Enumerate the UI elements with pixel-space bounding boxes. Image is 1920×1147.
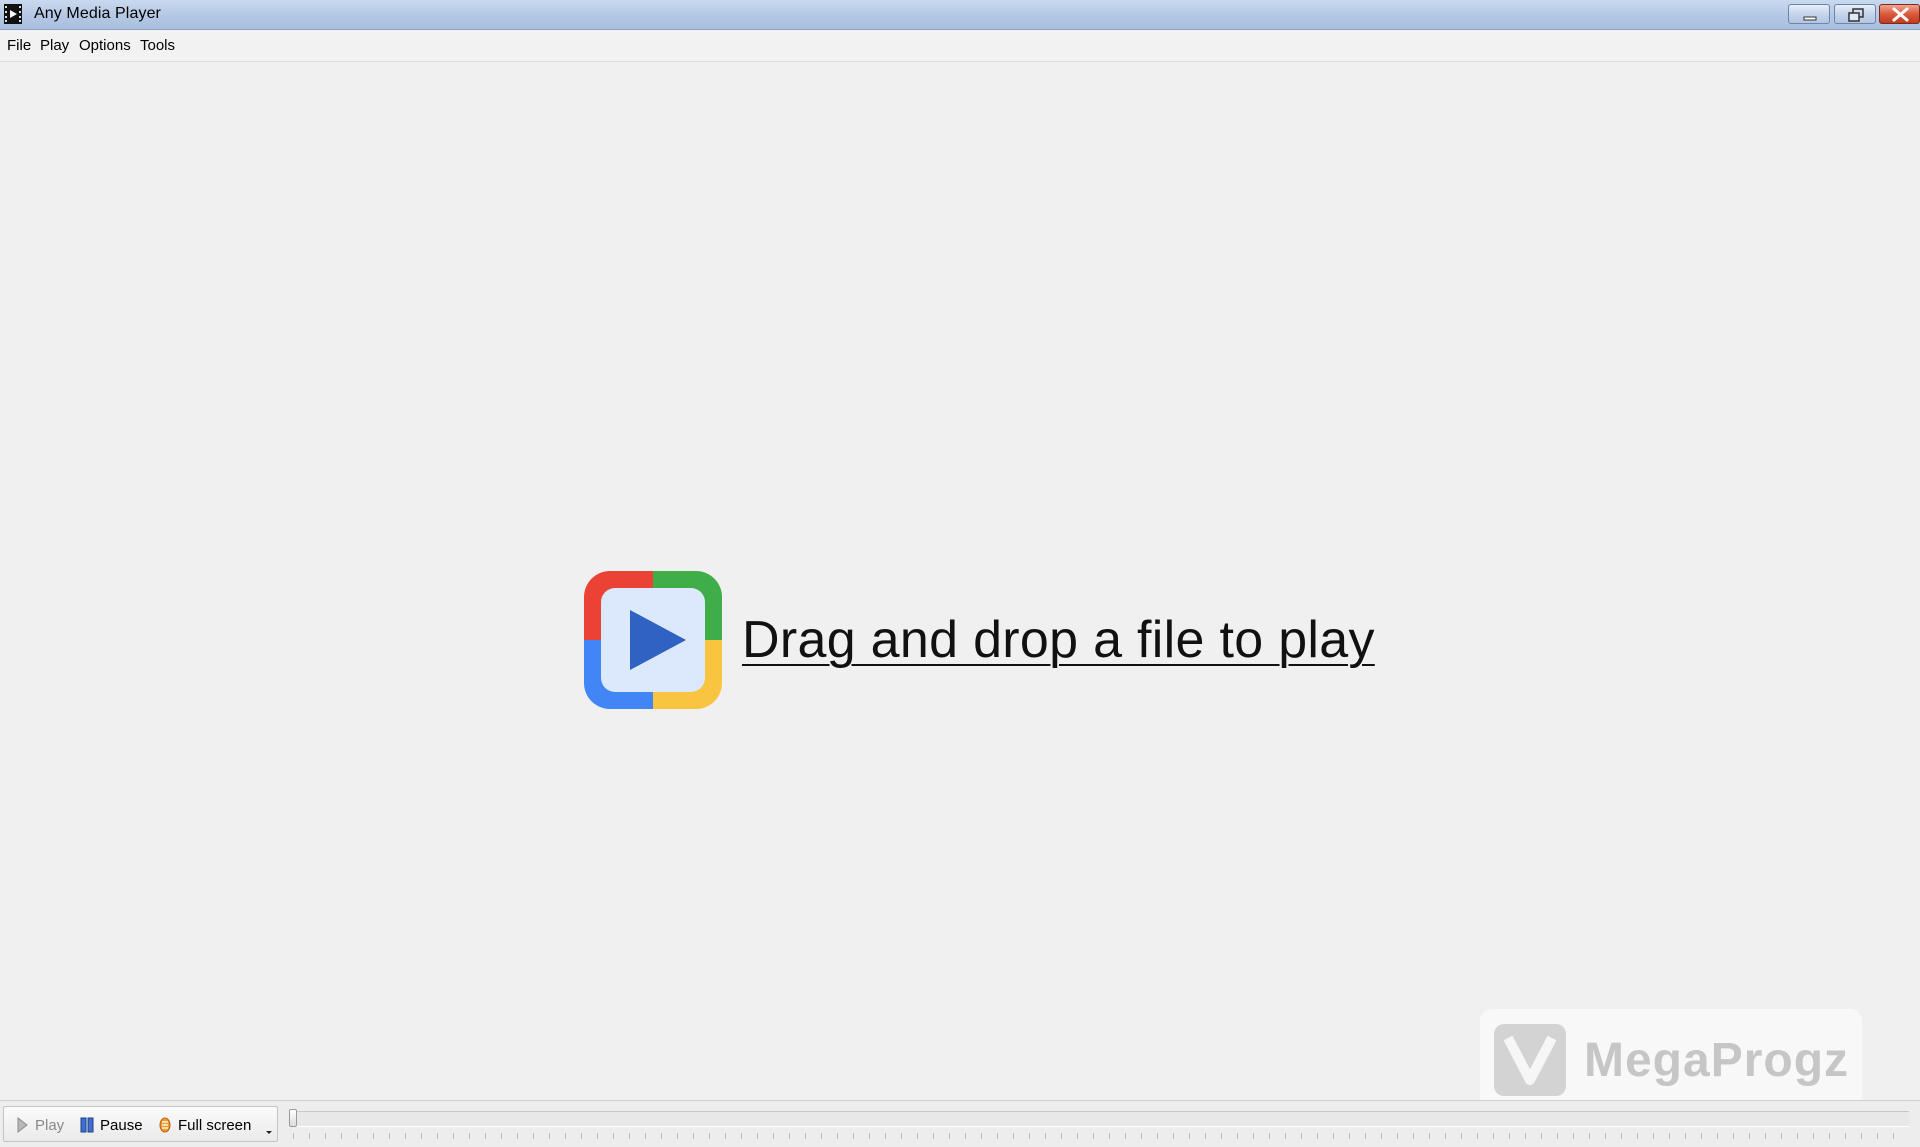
close-button[interactable] xyxy=(1879,4,1920,24)
play-button[interactable]: Play xyxy=(15,1115,64,1135)
pause-label: Pause xyxy=(100,1116,143,1134)
play-icon xyxy=(17,1117,28,1133)
menu-bar: File Play Options Tools xyxy=(0,30,1920,62)
app-film-icon xyxy=(4,4,22,24)
media-player-window: Any Media Player File Play Options Tools xyxy=(0,0,1920,1147)
title-bar[interactable]: Any Media Player xyxy=(0,0,1920,30)
seek-ticks xyxy=(293,1133,1905,1139)
play-label: Play xyxy=(35,1116,65,1134)
fullscreen-label: Full screen xyxy=(178,1116,252,1134)
minimize-icon xyxy=(1803,16,1817,21)
watermark-text: MegaProgz xyxy=(1584,1033,1850,1087)
restore-icon xyxy=(1848,8,1864,22)
restore-button[interactable] xyxy=(1834,4,1876,24)
seek-thumb[interactable] xyxy=(289,1109,297,1127)
play-logo-icon xyxy=(584,571,722,709)
fullscreen-button[interactable]: Full screen xyxy=(158,1115,251,1135)
drop-file-link[interactable]: Drag and drop a file to play xyxy=(742,610,1375,670)
video-area[interactable]: Drag and drop a file to play MegaProgz xyxy=(1,62,1919,1111)
pause-button[interactable]: Pause xyxy=(80,1115,143,1135)
menu-play[interactable]: Play xyxy=(40,37,69,54)
pause-icon xyxy=(80,1117,94,1133)
megaprogz-logo-icon xyxy=(1494,1024,1566,1096)
minimize-button[interactable] xyxy=(1788,4,1830,24)
menu-options[interactable]: Options xyxy=(79,37,131,54)
fullscreen-icon xyxy=(159,1117,171,1133)
close-icon xyxy=(1892,7,1909,22)
control-bar: Play Pause Full screen xyxy=(0,1100,1920,1147)
playback-toolbar: Play Pause Full screen xyxy=(3,1106,278,1142)
watermark: MegaProgz xyxy=(1480,1009,1862,1111)
menu-tools[interactable]: Tools xyxy=(140,37,175,54)
window-title: Any Media Player xyxy=(34,5,161,22)
seek-bar[interactable] xyxy=(289,1111,1909,1127)
chevron-down-icon[interactable] xyxy=(264,1127,274,1137)
drop-zone[interactable]: Drag and drop a file to play xyxy=(584,571,1375,709)
menu-file[interactable]: File xyxy=(7,37,31,54)
